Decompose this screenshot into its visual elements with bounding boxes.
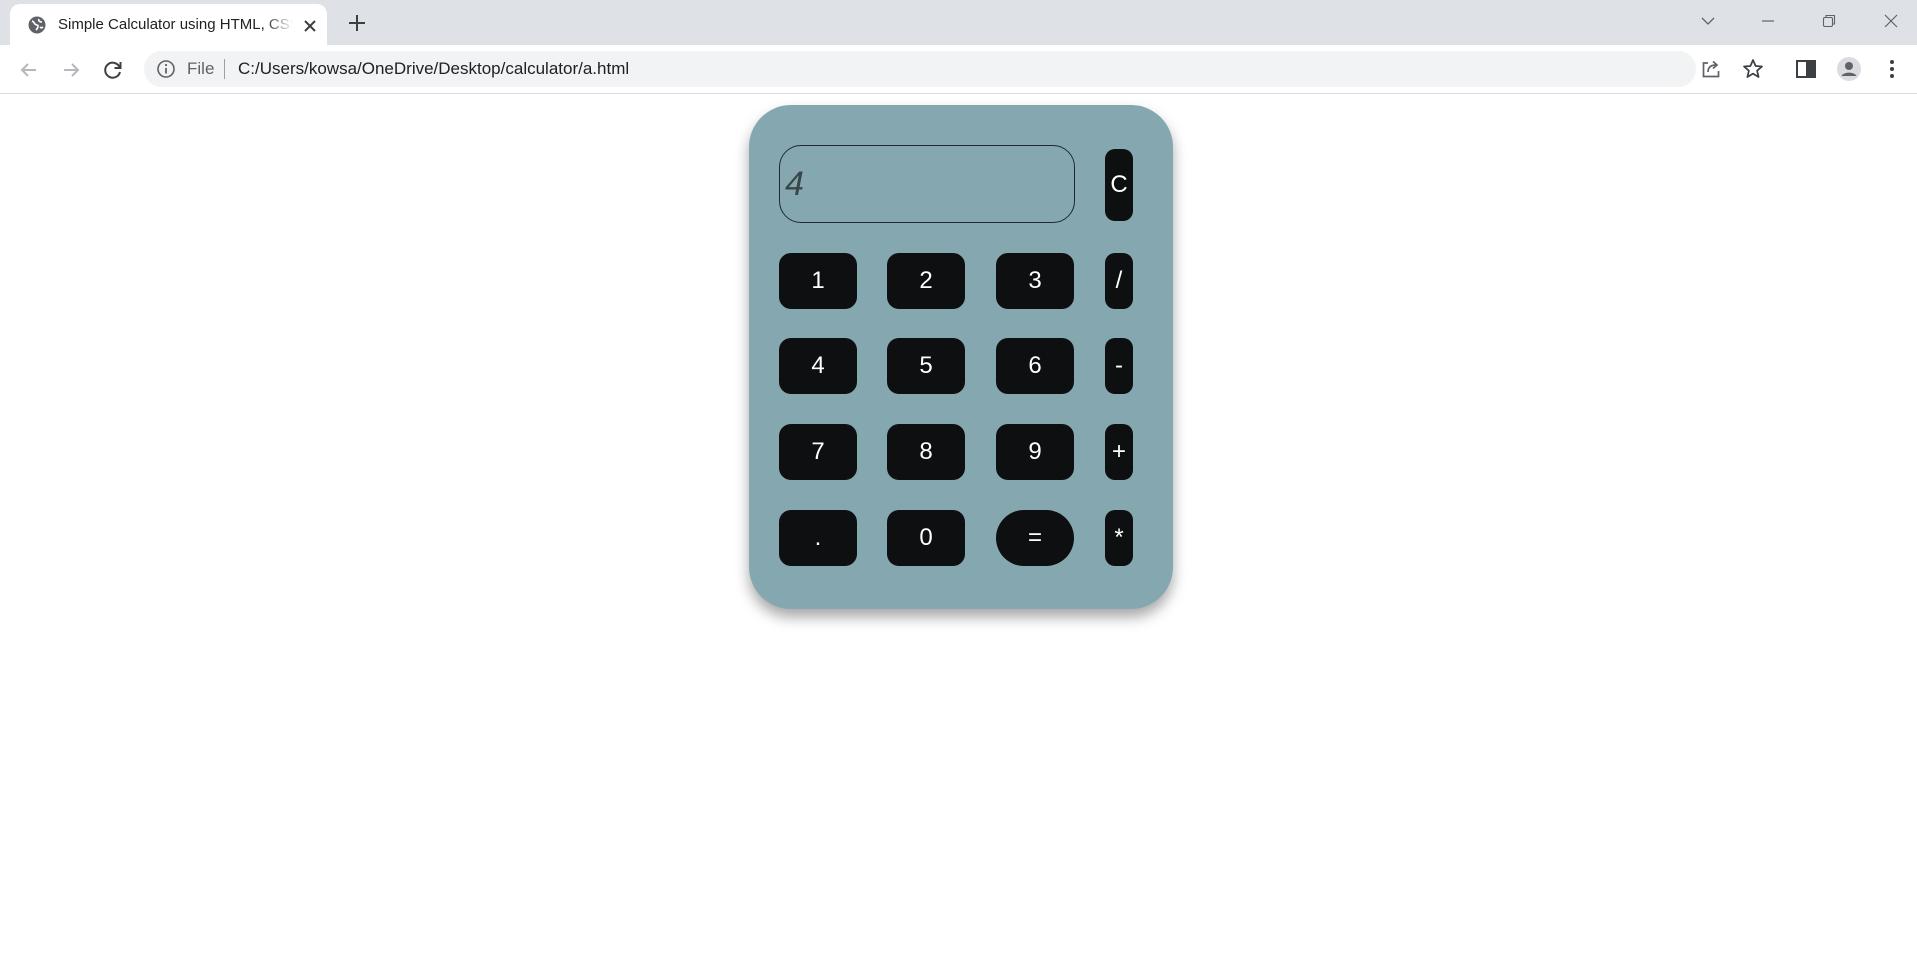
multiply-button[interactable]: * bbox=[1105, 510, 1133, 566]
profile-icon[interactable] bbox=[1836, 56, 1862, 82]
key-7[interactable]: 7 bbox=[779, 424, 857, 480]
side-panel-icon[interactable] bbox=[1793, 56, 1819, 82]
subtract-button[interactable]: - bbox=[1105, 338, 1133, 394]
address-bar[interactable]: File C:/Users/kowsa/OneDrive/Desktop/cal… bbox=[144, 51, 1763, 87]
close-icon[interactable] bbox=[1868, 6, 1914, 36]
back-arrow-icon[interactable] bbox=[16, 57, 42, 83]
decimal-button[interactable]: . bbox=[779, 510, 857, 566]
browser-tabstrip: Simple Calculator using HTML, CSS and Ja… bbox=[0, 0, 1917, 45]
browser-tab[interactable]: Simple Calculator using HTML, CSS and Ja… bbox=[10, 4, 327, 45]
key-8[interactable]: 8 bbox=[887, 424, 965, 480]
address-divider bbox=[224, 59, 225, 79]
divide-button[interactable]: / bbox=[1105, 253, 1133, 309]
reload-icon[interactable] bbox=[100, 57, 126, 83]
equals-button[interactable]: = bbox=[996, 510, 1074, 566]
calculator: C 1 2 3 / 4 5 6 - 7 8 9 + . 0 = * bbox=[749, 105, 1173, 609]
key-4[interactable]: 4 bbox=[779, 338, 857, 394]
scheme-label: File bbox=[187, 59, 215, 78]
key-5[interactable]: 5 bbox=[887, 338, 965, 394]
key-1[interactable]: 1 bbox=[779, 253, 857, 309]
chevron-down-icon[interactable] bbox=[1685, 6, 1731, 36]
star-icon[interactable] bbox=[1741, 57, 1765, 81]
key-6[interactable]: 6 bbox=[996, 338, 1074, 394]
share-icon[interactable] bbox=[1699, 57, 1723, 81]
add-button[interactable]: + bbox=[1105, 424, 1133, 480]
calculator-display[interactable] bbox=[779, 145, 1075, 223]
key-0[interactable]: 0 bbox=[887, 510, 965, 566]
browser-toolbar: File C:/Users/kowsa/OneDrive/Desktop/cal… bbox=[0, 45, 1917, 94]
url-text[interactable]: C:/Users/kowsa/OneDrive/Desktop/calculat… bbox=[238, 59, 629, 79]
plus-icon[interactable] bbox=[344, 10, 370, 36]
close-icon[interactable] bbox=[300, 16, 320, 36]
key-9[interactable]: 9 bbox=[996, 424, 1074, 480]
clear-button[interactable]: C bbox=[1105, 149, 1133, 221]
key-2[interactable]: 2 bbox=[887, 253, 965, 309]
restore-icon[interactable] bbox=[1806, 6, 1852, 36]
minimize-icon[interactable] bbox=[1745, 6, 1791, 36]
globe-icon bbox=[28, 16, 46, 34]
more-vert-icon[interactable] bbox=[1879, 56, 1905, 82]
key-3[interactable]: 3 bbox=[996, 253, 1074, 309]
info-icon[interactable] bbox=[156, 59, 176, 79]
tab-title: Simple Calculator using HTML, CSS and Ja… bbox=[58, 16, 293, 33]
forward-arrow-icon[interactable] bbox=[58, 57, 84, 83]
